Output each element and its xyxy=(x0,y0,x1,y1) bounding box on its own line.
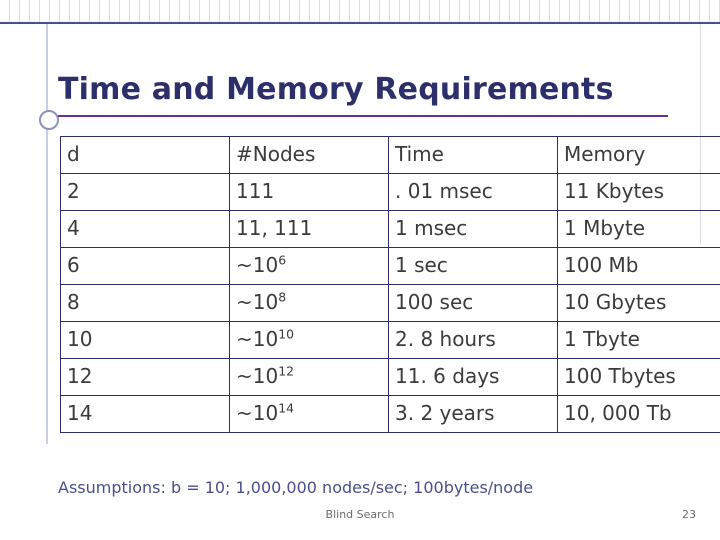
column-header-memory: Memory xyxy=(557,136,720,174)
cell-nodes-base: ~10 xyxy=(236,363,279,388)
left-vertical-rule xyxy=(46,24,48,444)
cell-depth: 4 xyxy=(60,210,230,248)
cell-nodes: ~1010 xyxy=(229,321,389,359)
cell-time: 1 sec xyxy=(388,247,558,285)
cell-nodes-exponent: 14 xyxy=(278,399,294,415)
table-header-row: d #Nodes Time Memory xyxy=(60,136,720,174)
cell-time: 11. 6 days xyxy=(388,358,558,396)
cell-nodes-exponent: 10 xyxy=(278,325,294,341)
title-underline xyxy=(58,115,668,117)
cell-time: 100 sec xyxy=(388,284,558,322)
cell-nodes: 111 xyxy=(229,173,389,211)
cell-depth: 10 xyxy=(60,321,230,359)
cell-depth: 2 xyxy=(60,173,230,211)
table-row: 4 11, 111 1 msec 1 Mbyte xyxy=(60,210,720,248)
cell-nodes-exponent: 8 xyxy=(278,288,287,304)
cell-nodes-base: ~10 xyxy=(236,400,279,425)
table-row: 12 ~1012 11. 6 days 100 Tbytes xyxy=(60,358,720,396)
column-header-time: Time xyxy=(388,136,558,174)
cell-nodes: ~106 xyxy=(229,247,389,285)
cell-nodes-base: ~10 xyxy=(236,326,279,351)
page-title: Time and Memory Requirements xyxy=(58,72,614,107)
cell-nodes-base: 111 xyxy=(236,178,275,203)
cell-memory: 11 Kbytes xyxy=(557,173,720,211)
cell-depth: 14 xyxy=(60,395,230,433)
requirements-table: d #Nodes Time Memory 2 111 . 01 msec 11 … xyxy=(60,136,720,433)
table-row: 14 ~1014 3. 2 years 10, 000 Tb xyxy=(60,395,720,433)
table-body: d #Nodes Time Memory 2 111 . 01 msec 11 … xyxy=(60,136,720,433)
cell-time: 2. 8 hours xyxy=(388,321,558,359)
column-header-nodes: #Nodes xyxy=(229,136,389,174)
cell-nodes: ~1014 xyxy=(229,395,389,433)
footer-label: Blind Search xyxy=(325,508,395,521)
cell-memory: 1 Mbyte xyxy=(557,210,720,248)
column-header-depth: d xyxy=(60,136,230,174)
cell-depth: 6 xyxy=(60,247,230,285)
table-row: 2 111 . 01 msec 11 Kbytes xyxy=(60,173,720,211)
table-row: 8 ~108 100 sec 10 Gbytes xyxy=(60,284,720,322)
cell-time: 1 msec xyxy=(388,210,558,248)
footer-page-number: 23 xyxy=(682,508,696,521)
cell-nodes: 11, 111 xyxy=(229,210,389,248)
requirements-table-wrapper: d #Nodes Time Memory 2 111 . 01 msec 11 … xyxy=(60,136,720,433)
cell-nodes-exponent: 12 xyxy=(278,362,294,378)
cell-nodes-base: ~10 xyxy=(236,289,279,314)
top-decorative-band xyxy=(0,0,720,22)
cell-nodes: ~108 xyxy=(229,284,389,322)
cell-nodes-base: 11, 111 xyxy=(236,215,313,240)
assumptions-note: Assumptions: b = 10; 1,000,000 nodes/sec… xyxy=(58,478,534,497)
cell-memory: 10 Gbytes xyxy=(557,284,720,322)
cell-time: 3. 2 years xyxy=(388,395,558,433)
cell-memory: 100 Tbytes xyxy=(557,358,720,396)
cell-memory: 1 Tbyte xyxy=(557,321,720,359)
cell-memory: 100 Mb xyxy=(557,247,720,285)
left-circle-inner-gap xyxy=(44,114,52,122)
table-row: 6 ~106 1 sec 100 Mb xyxy=(60,247,720,285)
cell-depth: 12 xyxy=(60,358,230,396)
top-horizontal-rule xyxy=(0,22,720,24)
cell-nodes: ~1012 xyxy=(229,358,389,396)
cell-nodes-exponent: 6 xyxy=(278,251,287,267)
table-row: 10 ~1010 2. 8 hours 1 Tbyte xyxy=(60,321,720,359)
cell-time: . 01 msec xyxy=(388,173,558,211)
cell-memory: 10, 000 Tb xyxy=(557,395,720,433)
cell-nodes-base: ~10 xyxy=(236,252,279,277)
cell-depth: 8 xyxy=(60,284,230,322)
